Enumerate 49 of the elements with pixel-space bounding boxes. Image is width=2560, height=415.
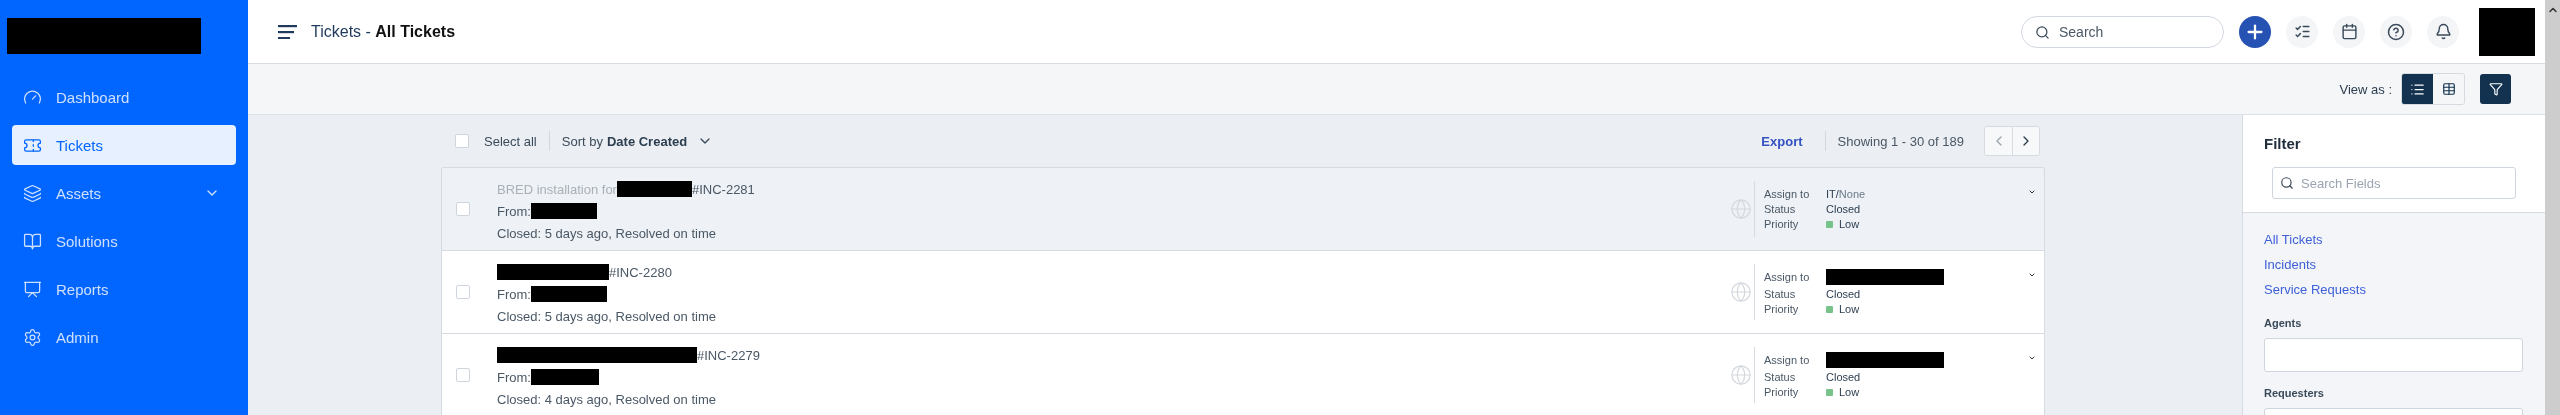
search-field[interactable]: Search Fields [2272,167,2516,199]
priority-label: Priority [1764,386,1800,398]
status-value: Closed [1826,371,1861,383]
closed-info: Closed: 5 days ago, Resolved on time [497,225,717,241]
status-label: Status [1764,203,1797,215]
field-label: Agents [2264,317,2303,331]
sidebar-item[interactable]: Dashboard [12,77,236,117]
from-label: From: [497,286,531,302]
sort-dropdown[interactable]: Sort by Date Created [561,133,714,149]
pagination-info: Showing 1 - 30 of 189 [1837,133,1964,149]
ticket-subject: BRED installation for [497,181,617,197]
from-label: From: [497,203,531,219]
filter-link[interactable]: Service Requests [2264,277,2525,302]
sidebar-item[interactable]: Reports [12,269,236,309]
filter-title: Filter [2264,135,2302,152]
sidebar-item[interactable]: Tickets [12,125,236,165]
sidebar-item[interactable]: Assets [12,173,236,213]
field-label: Requesters [2264,387,2325,401]
priority-label: Priority [1764,303,1800,315]
assign-label: Assign to [1764,188,1811,200]
assignee: IT/None [1826,188,1866,200]
assign-label: Assign to [1764,354,1811,366]
priority-value: Low [1839,303,1860,315]
filter-link[interactable]: Incidents [2264,252,2525,277]
priority-label: Priority [1764,218,1800,230]
page-title: Tickets - All Tickets [311,22,457,41]
ticket-row[interactable]: #INC-2279 From: Closed: 4 days ago, Resolved on time Assign to Status Closed Priority Low [442,334,2044,415]
priority-value: Low [1839,218,1860,230]
priority-value: Low [1839,386,1860,398]
ticket-id: #INC-2280 [609,264,672,280]
view-as-label: View as : [2339,81,2392,97]
search-field[interactable]: Search [2021,15,2224,48]
export-link[interactable]: Export [1761,133,1803,149]
assign-label: Assign to [1764,271,1811,283]
ticket-id: #INC-2279 [697,347,760,363]
sidebar-item[interactable]: Solutions [12,221,236,261]
status-value: Closed [1826,288,1861,300]
status-label: Status [1764,288,1797,300]
closed-info: Closed: 5 days ago, Resolved on time [497,308,717,324]
sidebar-item[interactable]: Admin [12,317,236,357]
closed-info: Closed: 4 days ago, Resolved on time [497,391,717,407]
filter-link[interactable]: All Tickets [2264,227,2525,252]
ticket-row[interactable]: BRED installation for #INC-2281 From: Closed: 5 days ago, Resolved on time Assign to IT/None Status Closed Priority Low [442,168,2044,251]
from-label: From: [497,369,531,385]
status-label: Status [1764,371,1797,383]
ticket-id: #INC-2281 [691,181,755,197]
select-all-label: Select all [484,133,537,149]
status-value: Closed [1826,203,1861,215]
ticket-row[interactable]: #INC-2280 From: Closed: 5 days ago, Resolved on time Assign to Status Closed Priority Low [442,251,2044,334]
